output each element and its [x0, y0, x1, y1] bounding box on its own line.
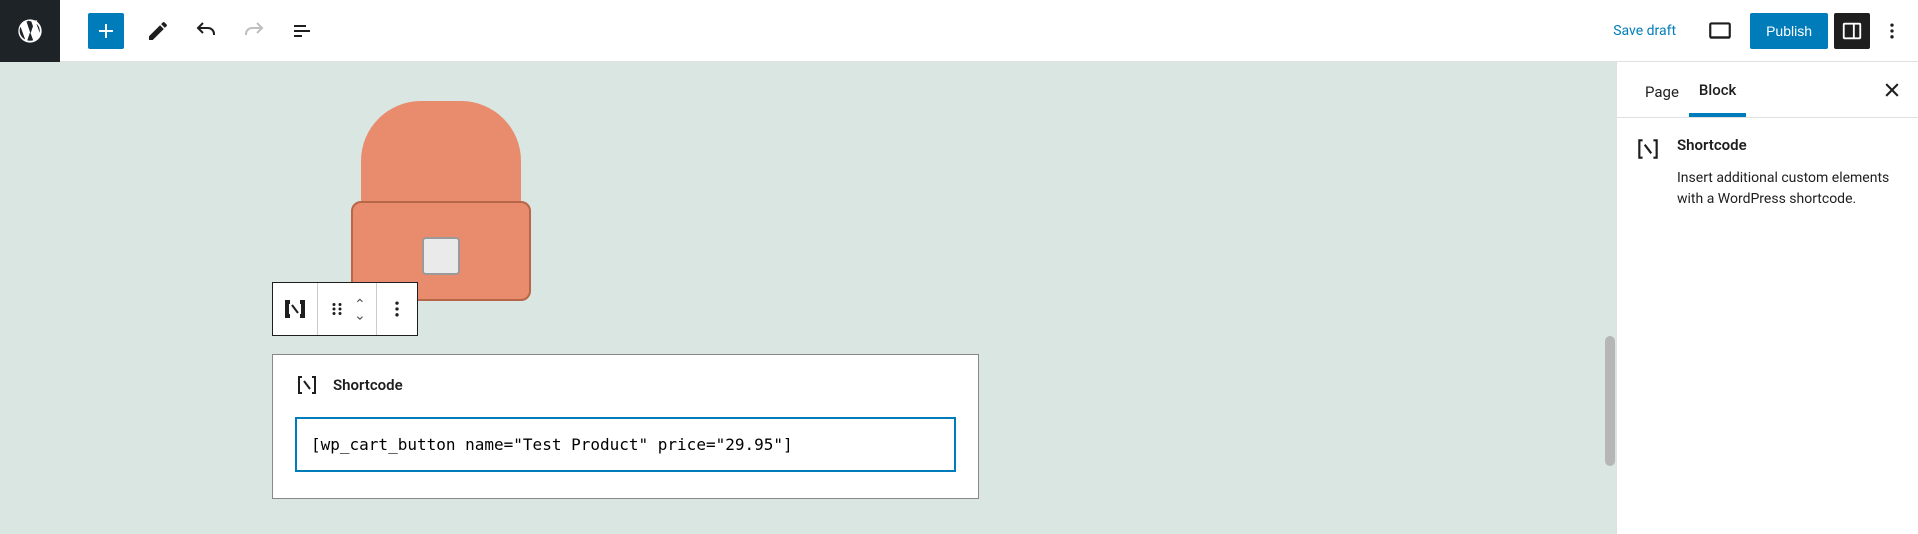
editor-main-row: ⌃ ⌃ Shortcode — [0, 62, 1918, 534]
undo-button[interactable] — [182, 7, 230, 55]
save-draft-button[interactable]: Save draft — [1599, 13, 1690, 49]
toolbar-right-group: Save draft Publish — [1599, 7, 1908, 55]
editor-canvas[interactable]: ⌃ ⌃ Shortcode — [0, 62, 1616, 534]
shortcode-icon — [283, 297, 307, 321]
tab-block[interactable]: Block — [1689, 63, 1746, 117]
product-image — [351, 101, 531, 301]
tab-page[interactable]: Page — [1635, 65, 1689, 115]
block-info-text: Shortcode Insert additional custom eleme… — [1677, 136, 1900, 210]
block-info: Shortcode Insert additional custom eleme… — [1635, 136, 1900, 210]
kebab-icon — [387, 299, 407, 319]
shortcode-block-label: Shortcode — [333, 376, 403, 394]
shortcode-block[interactable]: Shortcode — [272, 354, 979, 499]
close-icon — [1882, 80, 1902, 100]
tools-button[interactable] — [134, 7, 182, 55]
block-type-button[interactable] — [273, 283, 318, 335]
editor-top-toolbar: Save draft Publish — [0, 0, 1918, 62]
document-overview-button[interactable] — [278, 7, 326, 55]
redo-button[interactable] — [230, 7, 278, 55]
sidebar-tabs: Page Block — [1617, 62, 1918, 118]
block-info-description: Insert additional custom elements with a… — [1677, 168, 1900, 210]
pencil-icon — [146, 19, 170, 43]
list-view-icon — [290, 19, 314, 43]
drag-handle[interactable]: ⌃ ⌃ — [318, 283, 377, 335]
settings-sidebar: Page Block Shortcode Insert additional c… — [1616, 62, 1918, 534]
preview-button[interactable] — [1696, 7, 1744, 55]
publish-button[interactable]: Publish — [1750, 13, 1828, 49]
chevron-down-icon: ⌃ — [354, 309, 366, 317]
block-toolbar: ⌃ ⌃ — [272, 282, 418, 336]
shortcode-icon — [295, 373, 319, 397]
move-up-down-buttons[interactable]: ⌃ ⌃ — [354, 301, 366, 318]
shortcode-block-header: Shortcode — [295, 373, 956, 397]
shortcode-input[interactable] — [295, 417, 956, 472]
kebab-icon — [1882, 21, 1902, 41]
canvas-content: ⌃ ⌃ Shortcode — [272, 62, 1616, 499]
sidebar-toggle-icon — [1841, 20, 1863, 42]
device-preview-icon — [1707, 18, 1733, 44]
plus-icon — [94, 19, 118, 43]
product-image-block[interactable]: ⌃ ⌃ — [272, 62, 609, 340]
wordpress-logo-icon — [16, 17, 44, 45]
settings-panel-toggle[interactable] — [1834, 13, 1870, 49]
close-sidebar-button[interactable] — [1872, 70, 1912, 110]
drag-icon — [328, 300, 346, 318]
block-info-title: Shortcode — [1677, 136, 1900, 154]
wordpress-logo[interactable] — [0, 0, 60, 62]
canvas-scrollbar[interactable] — [1605, 336, 1615, 466]
redo-icon — [242, 19, 266, 43]
block-more-options[interactable] — [377, 283, 417, 335]
more-options-button[interactable] — [1876, 7, 1908, 55]
shortcode-icon — [1635, 136, 1661, 162]
undo-icon — [194, 19, 218, 43]
add-block-button[interactable] — [88, 13, 124, 49]
toolbar-left-group — [0, 0, 326, 61]
sidebar-body: Shortcode Insert additional custom eleme… — [1617, 118, 1918, 228]
